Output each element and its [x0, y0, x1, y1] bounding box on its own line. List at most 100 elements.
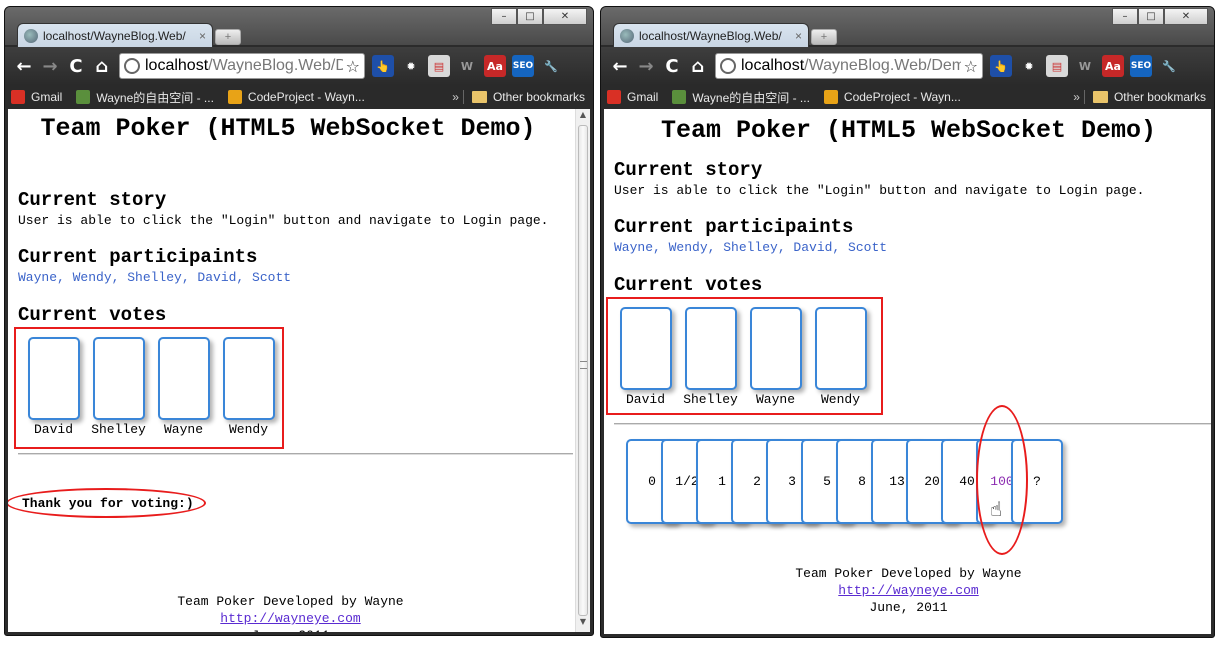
window-controls: – □ ✕ — [1112, 8, 1208, 25]
tab-close-icon[interactable]: × — [795, 29, 802, 43]
scroll-up-icon[interactable]: ▲ — [576, 110, 590, 124]
seo-extension-icon[interactable]: SEO — [512, 55, 534, 77]
bookmark-codeproject[interactable]: CodeProject - Wayn... — [823, 90, 961, 104]
page-icon — [720, 58, 736, 74]
close-window-button[interactable]: ✕ — [1164, 8, 1208, 25]
new-tab-button[interactable]: + — [811, 29, 837, 45]
votes-heading: Current votes — [18, 304, 167, 326]
vote-card-face — [749, 307, 802, 390]
w-extension-icon[interactable]: W — [1074, 55, 1096, 77]
minimize-button[interactable]: – — [1112, 8, 1138, 25]
divider — [614, 423, 1211, 425]
dictionary-extension-icon[interactable]: Aa — [1102, 55, 1124, 77]
vote-card: Wayne — [743, 307, 808, 413]
bookmark-wayne-space[interactable]: Wayne的自由空间 - ... — [672, 89, 810, 106]
page-title: Team Poker (HTML5 WebSocket Demo) — [40, 114, 536, 143]
back-button[interactable]: ← — [11, 53, 37, 79]
vote-card-face — [222, 337, 275, 420]
burst-extension-icon[interactable]: ✹ — [1018, 55, 1040, 77]
minimize-button[interactable]: – — [491, 8, 517, 25]
folder-icon — [471, 91, 487, 103]
footer-credit: Team Poker Developed by Wayne — [795, 566, 1022, 581]
story-text: User is able to click the "Login" button… — [18, 213, 549, 228]
star-icon[interactable]: ☆ — [964, 57, 978, 76]
divider — [18, 453, 573, 455]
w-extension-icon[interactable]: W — [456, 55, 478, 77]
toolbar: ← → C ⌂ localhost/WayneBlog.Web/Demo ☆ 👆… — [601, 47, 1214, 85]
pointer-extension-icon[interactable]: 👆 — [990, 55, 1012, 77]
selection-highlight — [976, 405, 1028, 555]
close-window-button[interactable]: ✕ — [543, 8, 587, 25]
story-text: User is able to click the "Login" button… — [614, 183, 1145, 198]
forward-button[interactable]: → — [633, 53, 659, 79]
scroll-thumb[interactable] — [578, 125, 588, 616]
footer: Team Poker Developed by Wayne http://way… — [8, 593, 573, 632]
vote-card: Shelley — [86, 337, 151, 447]
browser-window-right: – □ ✕ localhost/WayneBlog.Web/ × + ← → C… — [600, 6, 1215, 638]
other-bookmarks[interactable]: Other bookmarks — [462, 90, 585, 104]
vertical-scrollbar[interactable]: ▲ ▼ — [575, 109, 590, 632]
vote-card-face — [157, 337, 210, 420]
vote-card: Shelley — [678, 307, 743, 413]
footer-link[interactable]: http://wayneye.com — [604, 582, 1211, 599]
star-icon[interactable]: ☆ — [346, 57, 360, 76]
bookmark-gmail[interactable]: Gmail — [607, 90, 658, 104]
bookmark-gmail[interactable]: Gmail — [11, 90, 62, 104]
bookmarks-more-icon[interactable]: » — [1073, 90, 1080, 104]
address-bar[interactable]: localhost/WayneBlog.Web/D ☆ — [119, 53, 365, 79]
home-button[interactable]: ⌂ — [685, 53, 711, 79]
browser-tab[interactable]: localhost/WayneBlog.Web/ × — [613, 23, 809, 47]
votes-panel: David Shelley Wayne Wendy — [606, 297, 883, 415]
vote-card: Wendy — [216, 337, 281, 447]
url-host: localhost — [741, 57, 805, 74]
address-bar[interactable]: localhost/WayneBlog.Web/Demo ☆ — [715, 53, 983, 79]
participants-heading: Current participaints — [614, 216, 854, 238]
reload-button[interactable]: C — [63, 53, 89, 79]
toolbar: ← → C ⌂ localhost/WayneBlog.Web/D ☆ 👆 ✹ … — [5, 47, 593, 85]
bookmark-codeproject[interactable]: CodeProject - Wayn... — [227, 90, 365, 104]
seo-extension-icon[interactable]: SEO — [1130, 55, 1152, 77]
url-path: /WayneBlog.Web/D — [208, 57, 343, 74]
footer-date: June, 2011 — [8, 627, 573, 632]
maximize-button[interactable]: □ — [517, 8, 543, 25]
votes-heading: Current votes — [614, 274, 763, 296]
notes-extension-icon[interactable]: ▤ — [1046, 55, 1068, 77]
maximize-button[interactable]: □ — [1138, 8, 1164, 25]
page-content: Team Poker (HTML5 WebSocket Demo) Curren… — [8, 109, 575, 632]
participants-list: Wayne, Wendy, Shelley, David, Scott — [18, 270, 292, 285]
wrench-icon[interactable]: 🔧 — [1158, 55, 1180, 77]
footer-link[interactable]: http://wayneye.com — [8, 610, 573, 627]
scroll-down-icon[interactable]: ▼ — [576, 617, 590, 631]
bookmarks-bar: Gmail Wayne的自由空间 - ... CodeProject - Way… — [5, 85, 593, 109]
tab-close-icon[interactable]: × — [199, 29, 206, 43]
bookmark-wayne-space[interactable]: Wayne的自由空间 - ... — [76, 89, 214, 106]
story-heading: Current story — [18, 189, 167, 211]
home-button[interactable]: ⌂ — [89, 53, 115, 79]
new-tab-button[interactable]: + — [215, 29, 241, 45]
vote-card: Wendy — [808, 307, 873, 413]
story-heading: Current story — [614, 159, 763, 181]
gmail-icon — [11, 90, 25, 104]
folder-icon — [1092, 91, 1108, 103]
vote-card-face — [92, 337, 145, 420]
forward-button[interactable]: → — [37, 53, 63, 79]
other-bookmarks[interactable]: Other bookmarks — [1083, 90, 1206, 104]
browser-tab[interactable]: localhost/WayneBlog.Web/ × — [17, 23, 213, 47]
votes-panel: David Shelley Wayne Wendy — [14, 327, 284, 449]
vote-card: David — [613, 307, 678, 413]
window-controls: – □ ✕ — [491, 8, 587, 25]
url-path: /WayneBlog.Web/Demo — [804, 57, 961, 74]
burst-extension-icon[interactable]: ✹ — [400, 55, 422, 77]
vote-card: Wayne — [151, 337, 216, 447]
dictionary-extension-icon[interactable]: Aa — [484, 55, 506, 77]
tab-title: localhost/WayneBlog.Web/ — [43, 28, 186, 43]
wrench-icon[interactable]: 🔧 — [540, 55, 562, 77]
codeproject-icon — [227, 90, 242, 104]
back-button[interactable]: ← — [607, 53, 633, 79]
thanks-message: Thank you for voting:) — [8, 488, 206, 518]
reload-button[interactable]: C — [659, 53, 685, 79]
vote-card-face — [684, 307, 737, 390]
pointer-extension-icon[interactable]: 👆 — [372, 55, 394, 77]
bookmarks-more-icon[interactable]: » — [452, 90, 459, 104]
notes-extension-icon[interactable]: ▤ — [428, 55, 450, 77]
